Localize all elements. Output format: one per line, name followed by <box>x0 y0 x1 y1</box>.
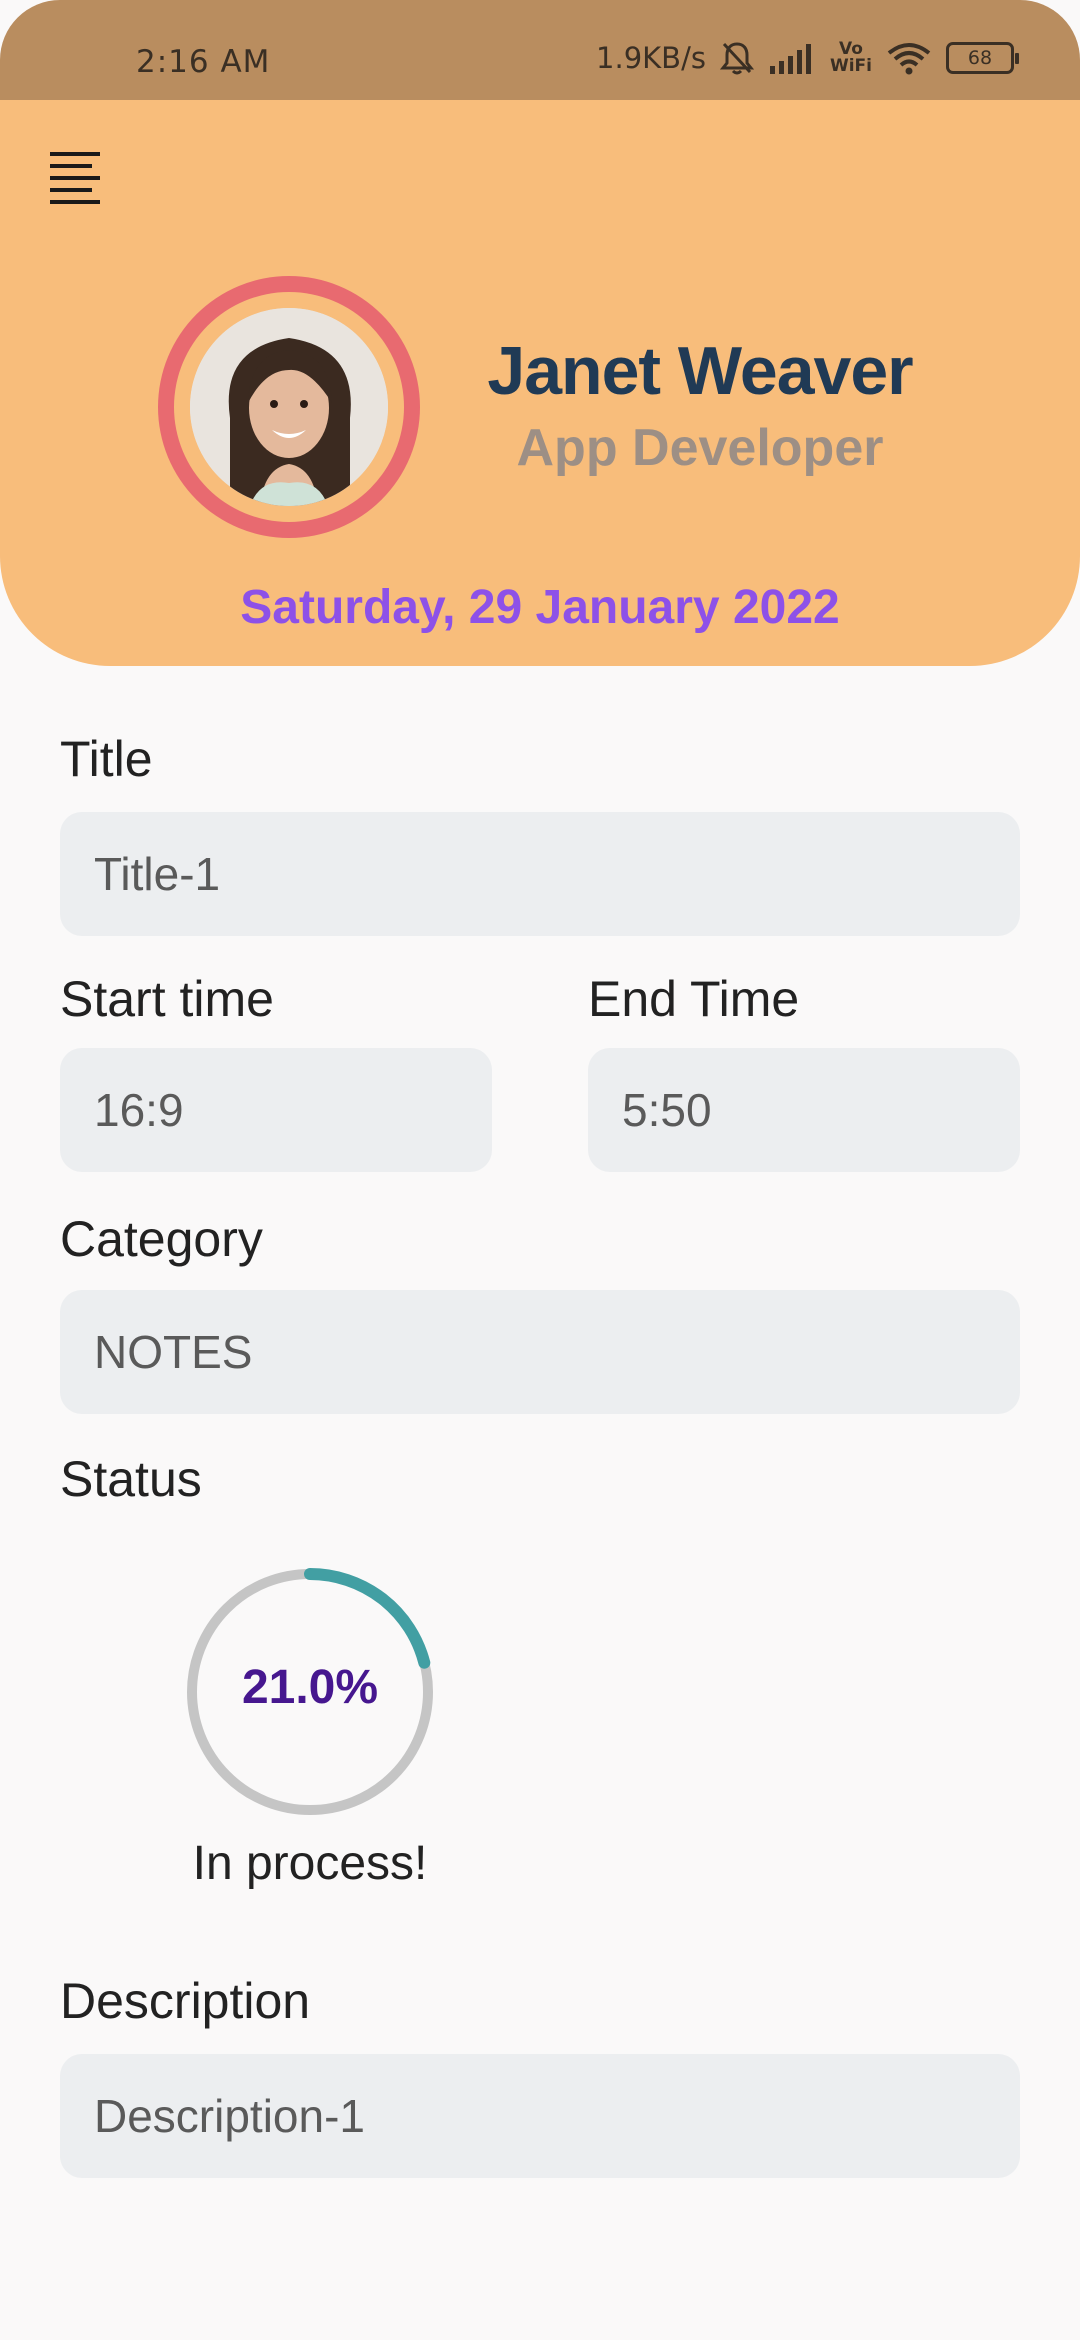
status-icons: 1.9KB/s Vo WiFi 68 <box>596 40 1019 76</box>
title-label: Title <box>60 731 153 787</box>
end-time-label: End Time <box>588 971 800 1027</box>
network-speed: 1.9KB/s <box>596 41 706 75</box>
status-time: 2:16 AM <box>136 44 271 80</box>
description-field[interactable]: Description-1 <box>60 2054 1020 2178</box>
user-name: Janet Weaver <box>487 333 913 409</box>
battery-icon: 68 <box>946 42 1019 74</box>
avatar-ring <box>158 276 420 538</box>
avatar <box>190 308 388 506</box>
category-label: Category <box>60 1211 263 1267</box>
start-time-field[interactable]: 16:9 <box>60 1048 492 1172</box>
menu-icon[interactable] <box>50 152 104 204</box>
category-field[interactable]: NOTES <box>60 1290 1020 1414</box>
status-text: In process! <box>192 1837 428 1890</box>
vowifi-icon: Vo WiFi <box>830 41 872 75</box>
app-screen: 2:16 AM 1.9KB/s Vo WiFi 68 Janet Weaver … <box>0 0 1080 2340</box>
mute-bell-icon <box>719 40 754 76</box>
current-date: Saturday, 29 January 2022 <box>240 581 840 634</box>
user-role: App Developer <box>516 419 884 477</box>
status-label: Status <box>60 1451 202 1507</box>
status-percent: 21.0% <box>241 1661 379 1714</box>
signal-bars-icon <box>768 42 816 74</box>
wifi-icon <box>886 41 932 75</box>
status-bar: 2:16 AM 1.9KB/s Vo WiFi 68 <box>0 0 1080 100</box>
end-time-field[interactable]: 5:50 <box>588 1048 1020 1172</box>
start-time-label: Start time <box>60 971 274 1027</box>
profile-header: Janet Weaver App Developer Saturday, 29 … <box>0 100 1080 666</box>
description-label: Description <box>60 1973 311 2029</box>
title-field[interactable]: Title-1 <box>60 812 1020 936</box>
vowifi-bottom: WiFi <box>829 56 872 76</box>
